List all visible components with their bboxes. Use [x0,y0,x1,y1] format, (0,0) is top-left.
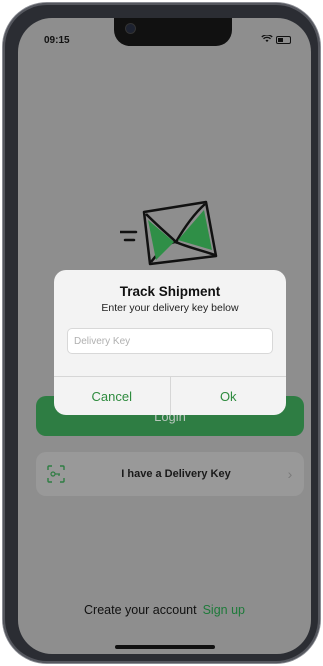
dialog-title: Track Shipment [119,284,221,299]
delivery-key-label: I have a Delivery Key [121,468,231,480]
home-indicator[interactable] [115,645,215,649]
cancel-button[interactable]: Cancel [54,377,171,415]
chevron-right-icon: › [287,466,293,482]
app-logo [118,198,220,270]
dialog-actions: Cancel Ok [54,376,286,415]
phone-frame: 09:15 Login I have a Delivery Key › Crea… [3,3,320,663]
scan-key-icon [36,464,76,484]
delivery-key-input[interactable]: Delivery Key [67,328,273,354]
app-screen: 09:15 Login I have a Delivery Key › Crea… [18,18,311,654]
sign-up-link[interactable]: Sign up [203,603,245,617]
notch [114,18,232,46]
ok-button[interactable]: Ok [171,377,287,415]
battery-icon [276,36,291,44]
track-shipment-dialog: Track Shipment Enter your delivery key b… [54,270,286,415]
status-time: 09:15 [44,35,70,46]
create-account-row: Create your account Sign up [18,603,311,617]
dialog-subtitle: Enter your delivery key below [101,302,239,314]
status-icons [261,34,291,45]
signal-icon [261,34,273,45]
camera-icon [126,24,135,33]
create-account-text: Create your account [84,603,197,617]
delivery-key-button[interactable]: I have a Delivery Key › [36,452,304,496]
